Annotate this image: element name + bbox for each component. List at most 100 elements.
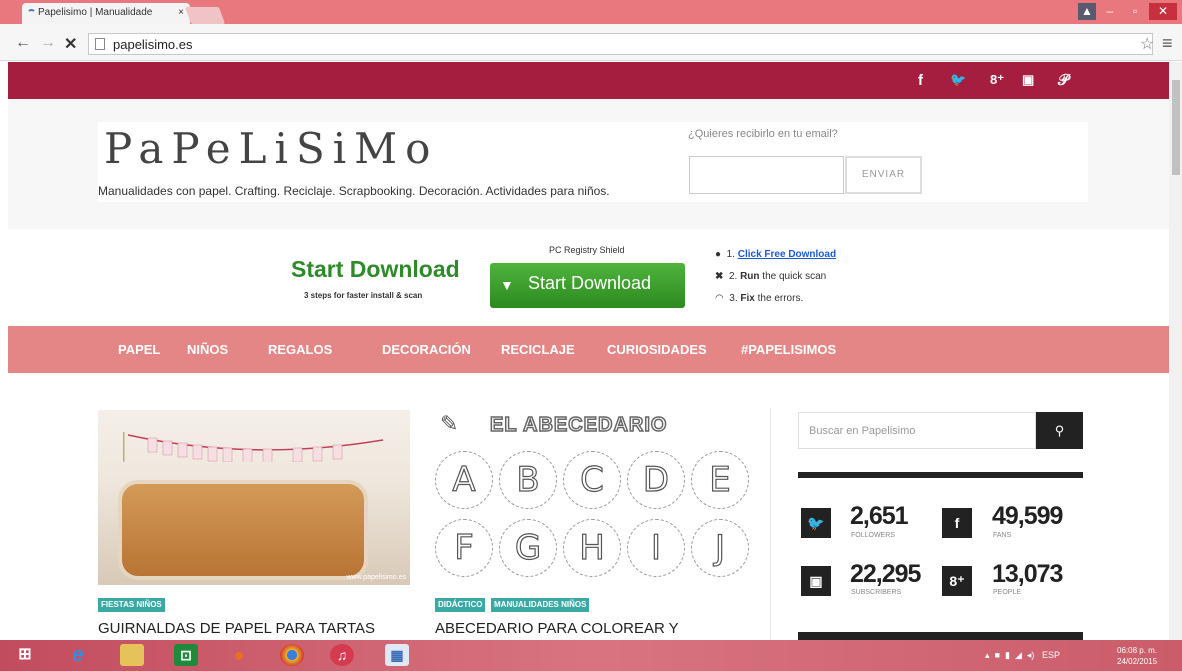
file-explorer-icon[interactable] <box>120 644 144 666</box>
menu-item-ninos[interactable]: NIÑOS <box>187 342 228 357</box>
stat-count: 22,295 <box>850 560 921 588</box>
menu-item-reciclaje[interactable]: RECICLAJE <box>501 342 575 357</box>
twitter-icon[interactable]: 🐦 <box>801 508 831 538</box>
click-free-download-link[interactable]: Click Free Download <box>738 249 836 260</box>
post-tag[interactable]: MANUALIDADES NIÑOS <box>491 598 590 612</box>
letter-f: F <box>435 519 493 577</box>
itunes-icon[interactable]: ♫ <box>330 644 354 666</box>
cake-pan <box>118 480 368 580</box>
sidebar-divider <box>770 408 771 640</box>
email-subscribe-label: ¿Quieres recibirlo en tu email? <box>688 128 838 140</box>
ad-button-label: Start Download <box>528 273 652 293</box>
store-icon[interactable]: ⊡ <box>174 644 198 666</box>
letter-i: I <box>627 519 685 577</box>
site-logo[interactable]: PaPeLiSiMo <box>104 124 438 173</box>
main-menu <box>8 326 1169 373</box>
scrollbar-thumb[interactable] <box>1172 80 1180 175</box>
search-button[interactable]: ⚲ <box>1036 412 1083 449</box>
facebook-icon[interactable]: f <box>942 508 972 538</box>
internet-explorer-icon[interactable]: e <box>66 644 90 666</box>
loading-icon <box>27 9 36 18</box>
new-tab-button[interactable] <box>184 7 226 24</box>
arrow-down-icon: ▼ <box>500 277 514 293</box>
page-icon <box>95 38 105 50</box>
taskbar-clock[interactable]: 06:08 p. m. 24/02/2015 <box>1117 645 1157 667</box>
menu-item-papel[interactable]: PAPEL <box>118 342 160 357</box>
pinterest-icon[interactable]: 𝒫 <box>1058 72 1069 89</box>
garland-image <box>123 432 384 462</box>
user-icon[interactable]: ▲ <box>1078 3 1096 20</box>
origin-icon[interactable]: ● <box>227 644 251 666</box>
stat-label: FOLLOWERS <box>851 532 895 539</box>
minimize-button[interactable]: – <box>1100 3 1120 20</box>
search-input[interactable]: Buscar en Papelisimo <box>798 412 1036 449</box>
search-icon: ⚲ <box>1054 423 1065 438</box>
letter-g: G <box>499 519 557 577</box>
site-tagline: Manualidades con papel. Crafting. Recicl… <box>98 184 610 198</box>
download-icon: ● <box>715 249 722 260</box>
network-icon[interactable]: ▮ <box>1005 650 1010 660</box>
menu-item-papelisimos[interactable]: #PAPELISIMOS <box>741 342 836 357</box>
google-plus-icon[interactable]: 8⁺ <box>990 72 1004 88</box>
facebook-icon[interactable]: f <box>918 72 923 89</box>
post-title[interactable]: GUIRNALDAS DE PAPEL PARA TARTAS <box>98 620 375 637</box>
twitter-icon[interactable]: 🐦 <box>950 72 966 88</box>
menu-item-decoracion[interactable]: DECORACIÓN <box>382 342 471 357</box>
stat-label: FANS <box>993 532 1012 539</box>
ad-step-1: ● 1. Click Free Download <box>715 249 837 260</box>
forward-icon[interactable]: → <box>40 34 56 52</box>
post-title[interactable]: ABECEDARIO PARA COLOREAR Y <box>435 620 679 637</box>
youtube-icon[interactable]: ▣ <box>801 566 831 596</box>
letter-h: H <box>563 519 621 577</box>
stat-count: 13,073 <box>992 560 1063 588</box>
volume-icon[interactable]: ◂) <box>1027 650 1035 660</box>
post-tag[interactable]: DIDÁCTICO <box>435 598 486 612</box>
image-watermark: www.papelisimo.es <box>346 574 406 581</box>
tray-app-icon[interactable]: ■ <box>995 650 1000 660</box>
letter-e: E <box>691 451 749 509</box>
post-image-cake[interactable]: www.papelisimo.es <box>98 410 410 585</box>
tools-icon: ✖ <box>715 271 724 282</box>
letter-b: B <box>499 451 557 509</box>
sidebar-bar <box>798 472 1083 478</box>
browser-tab[interactable]: Papelisimo | Manualidade × <box>22 3 190 24</box>
clock-date: 24/02/2015 <box>1117 657 1158 666</box>
pencil-icon: ✎ <box>440 411 459 436</box>
letter-a: A <box>435 451 493 509</box>
send-button[interactable]: ENVIAR <box>845 156 922 194</box>
maximize-button[interactable]: ▫ <box>1125 3 1145 20</box>
gauge-icon: ◠ <box>715 293 724 304</box>
letter-d: D <box>627 451 685 509</box>
signal-icon[interactable]: ◢ <box>1015 650 1022 660</box>
stat-count: 2,651 <box>850 502 909 530</box>
close-window-button[interactable]: ✕ <box>1149 3 1177 20</box>
language-indicator[interactable]: ESP <box>1042 650 1060 660</box>
menu-item-regalos[interactable]: REGALOS <box>268 342 332 357</box>
address-bar[interactable]: papelisimo.es <box>88 33 1153 55</box>
tab-title: Papelisimo | Manualidade <box>38 7 153 18</box>
tray-arrow-icon[interactable]: ▴ <box>985 650 990 660</box>
stat-label: SUBSCRIBERS <box>851 589 902 596</box>
menu-item-curiosidades[interactable]: CURIOSIDADES <box>607 342 707 357</box>
ad-heading[interactable]: Start Download <box>291 256 460 283</box>
stop-icon[interactable]: ✕ <box>64 34 77 54</box>
email-field[interactable] <box>689 156 844 194</box>
chrome-icon[interactable] <box>280 644 304 666</box>
browser-menu-icon[interactable]: ≡ <box>1162 33 1173 54</box>
windows-start-icon[interactable]: ⊞ <box>13 644 37 666</box>
image-title: EL ABECEDARIO <box>489 413 668 437</box>
ad-shield-label: PC Registry Shield <box>549 245 625 255</box>
bookmark-star-icon[interactable]: ☆ <box>1140 34 1154 54</box>
sidebar-bar <box>798 632 1083 640</box>
letter-j: J <box>691 519 749 577</box>
google-plus-icon[interactable]: 8⁺ <box>942 566 972 596</box>
post-tag[interactable]: FIESTAS NIÑOS <box>98 598 165 612</box>
url-text: papelisimo.es <box>113 37 193 52</box>
tab-close-icon[interactable]: × <box>178 7 184 18</box>
ad-download-button[interactable]: ▼ Start Download <box>490 263 685 308</box>
ad-subtitle: 3 steps for faster install & scan <box>304 291 423 300</box>
paint-icon[interactable]: ▦ <box>385 644 409 666</box>
back-icon[interactable]: ← <box>15 34 31 52</box>
stat-count: 49,599 <box>992 502 1063 530</box>
youtube-icon[interactable]: ▣ <box>1022 72 1034 88</box>
